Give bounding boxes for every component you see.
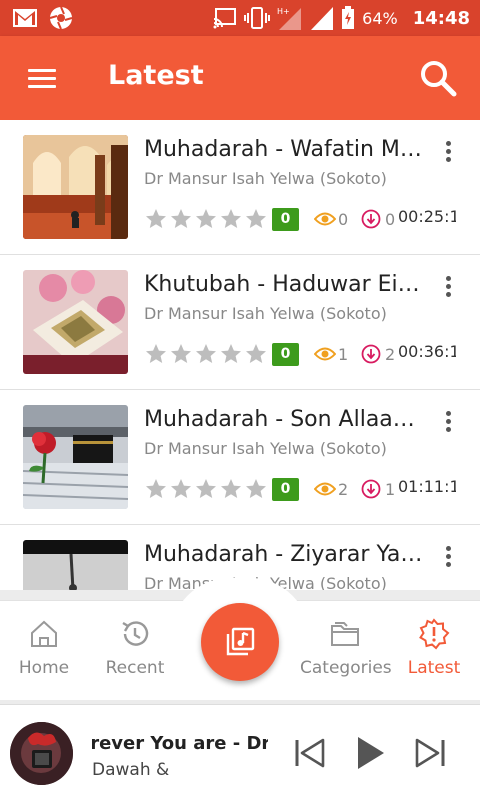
nav-latest-label: Latest [407,658,461,678]
views-count: 2 [338,480,349,499]
eye-icon [314,482,336,496]
rating-badge: 0 [272,478,299,501]
nav-latest[interactable]: Latest [405,618,463,678]
more-options-icon[interactable] [438,138,458,168]
search-icon[interactable] [418,58,458,98]
now-playing-subtitle: Dawah & [92,760,170,780]
star-icon[interactable] [194,207,218,231]
item-title: Muhadarah - Ziyarar Yan... [144,542,424,567]
star-rating[interactable] [144,342,268,366]
item-title: Khutubah - Haduwar Eid ... [144,272,424,297]
views-count: 0 [338,210,349,229]
download-icon [361,209,381,229]
nav-recent[interactable]: Recent [100,618,170,678]
list-item[interactable]: Muhadarah - Wafatin Ma... Dr Mansur Isah… [0,120,480,255]
skip-next-icon[interactable] [412,735,448,771]
hamburger-menu-icon[interactable] [24,62,60,94]
gmail-icon [13,9,37,27]
star-icon[interactable] [244,477,268,501]
now-playing-title: erever You are - Dr [92,733,268,754]
rating-badge: 0 [272,208,299,231]
star-icon[interactable] [169,477,193,501]
album-art[interactable] [10,722,73,785]
item-author: Dr Mansur Isah Yelwa (Sokoto) [144,439,387,458]
duration: 00:36:1 [398,342,456,361]
item-title: Muhadarah - Son Allaah ... [144,407,424,432]
star-icon[interactable] [169,207,193,231]
svg-text:H+: H+ [277,7,290,16]
alert-badge-icon [419,618,450,650]
play-icon[interactable] [352,735,388,771]
star-rating[interactable] [144,477,268,501]
nav-categories[interactable]: Categories [300,618,392,678]
thumbnail-image [23,405,128,509]
item-meta: 0 2 1 01:11:1 [144,477,464,503]
star-icon[interactable] [144,342,168,366]
cast-icon [213,8,237,29]
star-icon[interactable] [219,477,243,501]
item-author: Dr Mansur Isah Yelwa (Sokoto) [144,169,387,188]
star-icon[interactable] [194,342,218,366]
nav-home[interactable]: Home [16,618,72,678]
views-count: 1 [338,345,349,364]
item-author: Dr Mansur Isah Yelwa (Sokoto) [144,304,387,323]
mini-player[interactable]: erever You are - Dr Dawah & [0,704,480,800]
battery-percent: 64% [362,8,398,28]
page-title: Latest [108,60,204,91]
download-icon [361,344,381,364]
list-item[interactable]: Muhadarah - Son Allaah ... Dr Mansur Isa… [0,390,480,525]
nav-categories-label: Categories [300,658,392,678]
thumbnail-image [23,135,128,239]
music-library-button[interactable] [201,603,279,681]
vibrate-icon [244,7,271,29]
item-meta: 0 1 2 00:36:1 [144,342,464,368]
thumbnail-image [23,270,128,374]
more-options-icon[interactable] [438,543,458,573]
skip-previous-icon[interactable] [292,735,328,771]
signal-icon [311,7,334,30]
rating-badge: 0 [272,343,299,366]
list-item[interactable]: Khutubah - Haduwar Eid ... Dr Mansur Isa… [0,255,480,390]
star-icon[interactable] [219,342,243,366]
home-icon [31,620,57,647]
star-icon[interactable] [144,207,168,231]
downloads-count: 0 [385,210,396,229]
eye-icon [314,347,336,361]
eye-icon [314,212,336,226]
star-rating[interactable] [144,207,268,231]
star-icon[interactable] [244,207,268,231]
signal-hplus-icon: H+ [277,7,302,30]
clock: 14:48 [412,7,470,29]
star-icon[interactable] [219,207,243,231]
music-library-icon [226,627,255,656]
download-icon [361,479,381,499]
audio-list: Muhadarah - Wafatin Ma... Dr Mansur Isah… [0,120,480,590]
star-icon[interactable] [244,342,268,366]
app-bar: Latest [0,36,480,120]
status-bar: H+ 64% 14:48 [0,0,480,36]
battery-icon [342,6,355,29]
duration: 00:25:1 [398,207,456,226]
thumbnail-image [23,540,128,590]
downloads-count: 2 [385,345,396,364]
item-title: Muhadarah - Wafatin Ma... [144,137,424,162]
duration: 01:11:1 [398,477,456,496]
downloads-count: 1 [385,480,396,499]
star-icon[interactable] [169,342,193,366]
item-meta: 0 0 0 00:25:1 [144,207,464,233]
nav-home-label: Home [18,658,70,678]
item-author: Dr Mansur Isah Yelwa (Sokoto) [144,574,387,590]
folder-icon [331,622,359,646]
aperture-icon [49,6,73,30]
nav-recent-label: Recent [105,658,165,678]
star-icon[interactable] [144,477,168,501]
more-options-icon[interactable] [438,408,458,438]
star-icon[interactable] [194,477,218,501]
more-options-icon[interactable] [438,273,458,303]
history-icon [122,621,149,646]
